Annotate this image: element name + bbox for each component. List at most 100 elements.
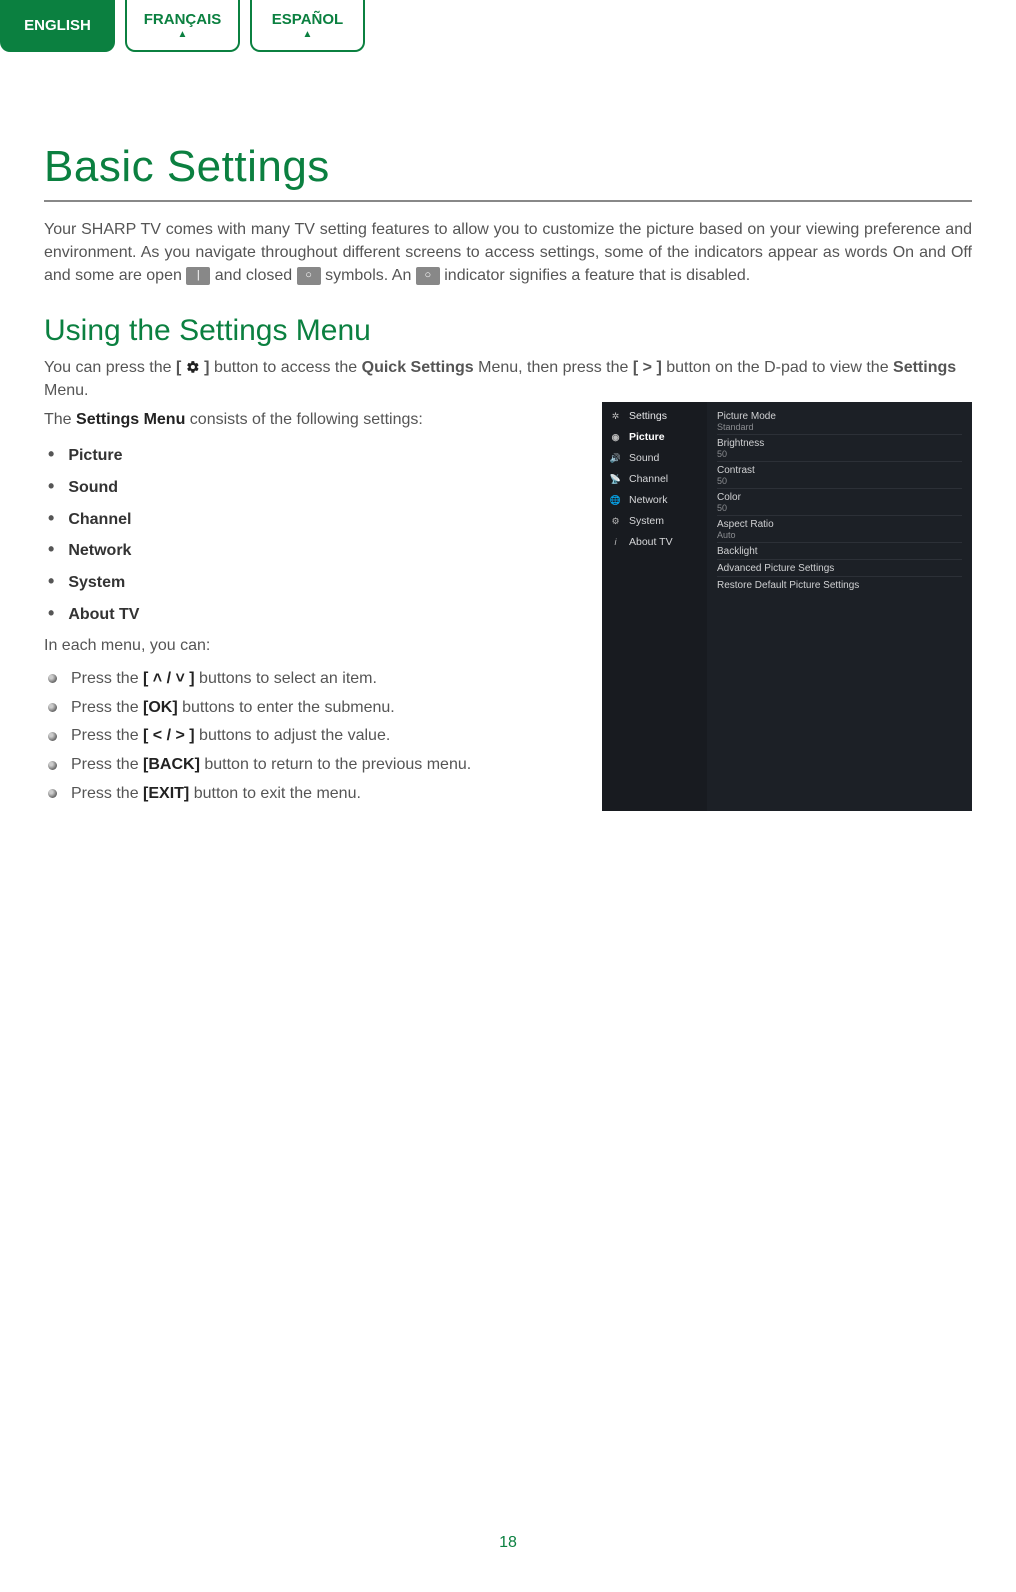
text-segment: Press the — [71, 756, 143, 773]
button-ref: [ < / > ] — [143, 727, 195, 744]
list-item: Sound — [48, 473, 562, 501]
text-segment: indicator signifies a feature that is di… — [444, 267, 750, 284]
list-item: Press the [OK] buttons to enter the subm… — [48, 696, 562, 721]
tv-row-label: Picture Mode — [717, 411, 962, 422]
tv-row-value: 50 — [717, 503, 962, 513]
lang-tab-francais[interactable]: FRANÇAIS ▲ — [125, 0, 240, 52]
list-item: Press the [EXIT] button to exit the menu… — [48, 782, 562, 807]
text-segment: button to return to the previous menu. — [200, 756, 471, 773]
page-number: 18 — [0, 1534, 1016, 1552]
button-ref: [OK] — [143, 699, 178, 716]
list-item: Picture — [48, 441, 562, 469]
tv-sidebar-header: ✲ Settings — [602, 406, 707, 427]
text-segment: Press the — [71, 727, 143, 744]
text-segment: Press the — [71, 699, 143, 716]
text-segment: Press the — [71, 785, 143, 802]
tv-sidebar-label: About TV — [629, 536, 673, 548]
paragraph: The Settings Menu consists of the follow… — [44, 408, 562, 433]
text-strong: Quick Settings — [362, 359, 474, 376]
tv-sidebar-label: Sound — [629, 452, 659, 464]
button-ref: [ > ] — [633, 359, 662, 376]
tv-row: Color50 — [717, 489, 962, 516]
tv-row-label: Advanced Picture Settings — [717, 563, 962, 574]
text-strong: Settings — [893, 359, 956, 376]
lang-tab-espanol[interactable]: ESPAÑOL ▲ — [250, 0, 365, 52]
text-segment: buttons to select an item. — [195, 670, 377, 687]
text-segment: Menu. — [44, 382, 88, 399]
tv-row-value: Auto — [717, 530, 962, 540]
info-icon: i — [610, 537, 621, 548]
tv-row-label: Restore Default Picture Settings — [717, 580, 962, 591]
left-column: The Settings Menu consists of the follow… — [44, 408, 562, 811]
tv-sidebar-item-system: ⚙ System — [602, 511, 707, 532]
text-segment: You can press the — [44, 359, 176, 376]
text-segment: The — [44, 411, 76, 428]
tv-panel: Picture ModeStandard Brightness50 Contra… — [707, 402, 972, 811]
text-segment: ] — [200, 359, 210, 376]
disabled-indicator-icon: ○ — [416, 267, 440, 285]
list-item: Channel — [48, 505, 562, 533]
tv-sidebar-header-label: Settings — [629, 410, 667, 422]
gear-icon: ✲ — [610, 411, 621, 422]
tv-row-label: Contrast — [717, 465, 962, 476]
picture-icon: ◉ — [610, 432, 621, 443]
tv-sidebar-item-sound: 🔊 Sound — [602, 448, 707, 469]
tv-row-value: 50 — [717, 476, 962, 486]
text-segment: buttons to enter the submenu. — [178, 699, 395, 716]
tv-row-value: 50 — [717, 449, 962, 459]
tv-sidebar-label: System — [629, 515, 664, 527]
tv-sidebar-item-picture: ◉ Picture — [602, 427, 707, 448]
tv-row-label: Aspect Ratio — [717, 519, 962, 530]
paragraph: In each menu, you can: — [44, 634, 562, 659]
page-title: Basic Settings — [44, 142, 972, 192]
tv-sidebar-item-network: 🌐 Network — [602, 490, 707, 511]
paragraph: You can press the [ ] button to access t… — [44, 356, 972, 402]
actions-list: Press the [ ˄ / ˅ ] buttons to select an… — [48, 667, 562, 807]
system-icon: ⚙ — [610, 516, 621, 527]
tv-sidebar-label: Channel — [629, 473, 668, 485]
categories-list: Picture Sound Channel Network System Abo… — [48, 441, 562, 628]
tv-row: Advanced Picture Settings — [717, 560, 962, 577]
button-ref: [EXIT] — [143, 785, 189, 802]
lang-tab-english[interactable]: ENGLISH — [0, 0, 115, 52]
divider — [44, 200, 972, 202]
chevron-up-icon: ▲ — [303, 30, 313, 40]
tv-row-value: Standard — [717, 422, 962, 432]
list-item: About TV — [48, 600, 562, 628]
tv-sidebar-item-about: i About TV — [602, 532, 707, 553]
lang-tab-label: ESPAÑOL — [272, 11, 343, 28]
closed-indicator-icon: ○ — [297, 267, 321, 285]
tv-row: Picture ModeStandard — [717, 408, 962, 435]
text-segment: Menu, then press the — [478, 359, 633, 376]
button-ref: [BACK] — [143, 756, 200, 773]
sound-icon: 🔊 — [610, 453, 621, 464]
button-ref: [ ] — [176, 359, 210, 376]
text-segment: buttons to adjust the value. — [195, 727, 391, 744]
section-title: Using the Settings Menu — [44, 314, 972, 348]
text-segment: button on the D-pad to view the — [666, 359, 893, 376]
chevron-up-icon: ▲ — [178, 30, 188, 40]
tv-row: Brightness50 — [717, 435, 962, 462]
text-segment: and closed — [215, 267, 297, 284]
tv-row: Backlight — [717, 543, 962, 560]
lang-tab-label: FRANÇAIS — [144, 11, 222, 28]
list-item: Press the [ ˄ / ˅ ] buttons to select an… — [48, 667, 562, 692]
text-segment: Press the — [71, 670, 143, 687]
tv-row-label: Backlight — [717, 546, 962, 557]
gear-icon — [186, 360, 200, 374]
network-icon: 🌐 — [610, 495, 621, 506]
list-item: Network — [48, 536, 562, 564]
text-segment: button to access the — [214, 359, 362, 376]
tv-row: Aspect RatioAuto — [717, 516, 962, 543]
text-strong: Settings Menu — [76, 411, 185, 428]
intro-paragraph: Your SHARP TV comes with many TV setting… — [44, 218, 972, 288]
tv-settings-screenshot: ✲ Settings ◉ Picture 🔊 Sound 📡 Channel 🌐 — [602, 402, 972, 811]
list-item: Press the [ < / > ] buttons to adjust th… — [48, 724, 562, 749]
tv-row-label: Brightness — [717, 438, 962, 449]
text-segment: button to exit the menu. — [189, 785, 361, 802]
tv-row: Contrast50 — [717, 462, 962, 489]
open-indicator-icon: | — [186, 267, 210, 285]
tv-sidebar-label: Network — [629, 494, 668, 506]
button-ref: [ ˄ / ˅ ] — [143, 670, 195, 687]
text-segment: consists of the following settings: — [185, 411, 422, 428]
